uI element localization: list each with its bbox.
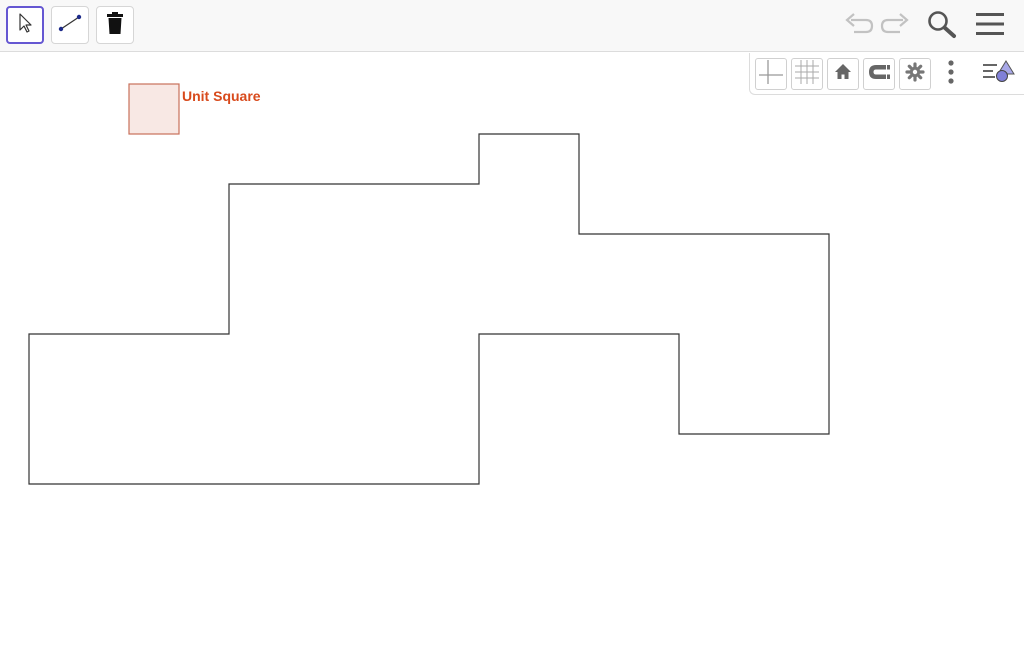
cursor-arrow-icon <box>15 12 35 39</box>
undo-button[interactable] <box>838 6 878 46</box>
graphics-settings-button[interactable] <box>899 58 931 90</box>
gear-icon <box>905 61 925 87</box>
search-button[interactable] <box>922 6 962 46</box>
main-menu-button[interactable] <box>970 6 1010 46</box>
segment-tool-icon <box>57 12 83 39</box>
standard-view-button[interactable] <box>827 58 859 90</box>
redo-button[interactable] <box>876 6 916 46</box>
toggle-axes-button[interactable] <box>755 58 787 90</box>
move-tool-button[interactable] <box>6 6 44 44</box>
algebra-view-icon <box>982 59 1016 90</box>
search-icon <box>926 9 958 44</box>
rectilinear-polygon[interactable] <box>28 133 830 485</box>
toggle-grid-button[interactable] <box>791 58 823 90</box>
grid-icon <box>794 59 820 90</box>
unit-square[interactable] <box>128 83 180 135</box>
graphics-view[interactable] <box>0 53 1024 650</box>
delete-tool-button[interactable] <box>96 6 134 44</box>
trash-icon <box>105 11 125 40</box>
home-icon <box>833 62 853 87</box>
axes-icon <box>758 59 784 90</box>
hamburger-menu-icon <box>975 11 1005 42</box>
magnet-icon <box>866 62 892 87</box>
unit-square-label[interactable]: Unit Square <box>182 88 261 104</box>
view-menu-button[interactable] <box>983 58 1015 90</box>
more-options-button[interactable] <box>935 58 967 90</box>
undo-icon <box>842 12 874 41</box>
top-toolbar <box>0 0 1024 52</box>
more-vertical-icon <box>947 59 955 90</box>
graphics-style-bar <box>749 53 1024 95</box>
point-capturing-button[interactable] <box>863 58 895 90</box>
redo-icon <box>880 12 912 41</box>
segment-tool-button[interactable] <box>51 6 89 44</box>
